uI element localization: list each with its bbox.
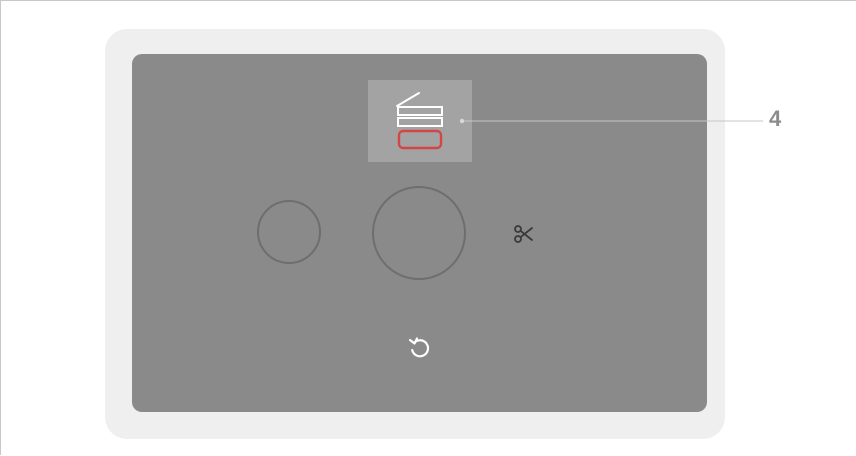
paper-tray-icon <box>396 92 443 150</box>
secondary-round-button[interactable] <box>257 200 321 264</box>
paper-tray-button[interactable] <box>368 80 472 162</box>
callout-number: 4 <box>769 106 782 131</box>
scissors-icon[interactable] <box>513 223 535 245</box>
reset-icon[interactable] <box>405 334 433 362</box>
primary-round-button[interactable] <box>372 186 466 280</box>
diagram-frame: 4 <box>0 0 856 455</box>
